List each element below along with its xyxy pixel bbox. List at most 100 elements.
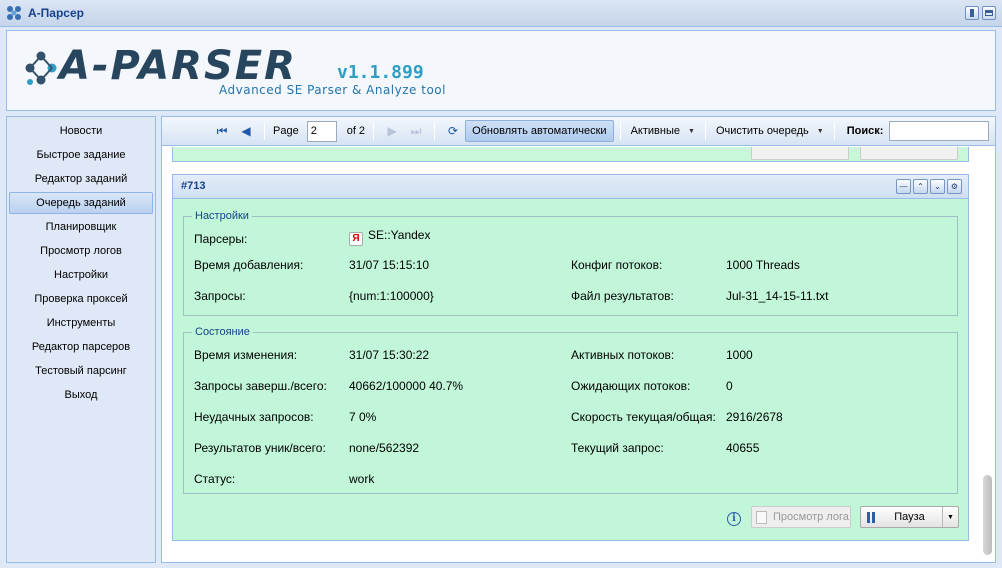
task-actions: i Просмотр лога Пауза ▼	[173, 500, 968, 540]
waiting-threads-label: Ожидающих потоков:	[571, 379, 691, 393]
task-panel-header: #713 — ⌃ ⌄ ⚙	[173, 175, 968, 199]
task-panel: #713 — ⌃ ⌄ ⚙ Настройки Парсеры: Я SE::Yan…	[172, 174, 969, 541]
scrollbar-thumb[interactable]	[983, 475, 992, 555]
pause-label: Пауза	[894, 511, 925, 523]
results-value: none/562392	[349, 441, 420, 455]
state-legend: Состояние	[195, 326, 250, 338]
sidebar-item-task-queue[interactable]: Очередь заданий	[9, 192, 153, 214]
page-total: of 2	[346, 125, 366, 137]
added-label: Время добавления:	[194, 258, 304, 272]
toolbar-separator	[264, 122, 265, 140]
active-filter-dropdown[interactable]: Активные ▼	[627, 125, 699, 137]
yandex-icon: Я	[349, 232, 363, 246]
sidebar-item-proxy-check[interactable]: Проверка проксей	[9, 287, 153, 311]
threads-config-label: Конфиг потоков:	[571, 258, 663, 272]
header-banner: A-PARSER v1.1.899 Advanced SE Parser & A…	[6, 30, 996, 111]
threads-config-value: 1000 Threads	[726, 258, 800, 272]
version-label: v1.1.899	[337, 62, 424, 83]
status-label: Статус:	[194, 472, 236, 486]
sidebar-item-news[interactable]: Новости	[9, 119, 153, 143]
clear-queue-dropdown[interactable]: Очистить очередь ▼	[712, 125, 828, 137]
window-title: А-Парсер	[28, 6, 84, 20]
previous-task-panel	[172, 147, 969, 162]
sidebar-item-logs[interactable]: Просмотр логов	[9, 239, 153, 263]
prev-page-icon[interactable]: ◀	[238, 123, 254, 139]
view-log-button[interactable]: Просмотр лога	[751, 506, 851, 528]
toolbar-separator	[833, 122, 835, 140]
pause-button[interactable]: Пауза ▼	[860, 506, 959, 528]
results-file-value: Jul-31_14-15-11.txt	[726, 289, 829, 303]
parsers-value: Я SE::Yandex	[349, 228, 430, 246]
settings-legend: Настройки	[195, 210, 249, 222]
changed-label: Время изменения:	[194, 348, 298, 362]
view-log-label: Просмотр лога	[773, 511, 849, 523]
paging-toolbar: ⏮ ◀ Page of 2 ▶ ⏭ ⟳ Обновлять автоматиче…	[162, 117, 995, 146]
search-label: Поиск:	[846, 125, 884, 137]
changed-value: 31/07 15:30:22	[349, 348, 430, 362]
results-label: Результатов уник/всего:	[194, 441, 326, 455]
pin-icon[interactable]	[965, 6, 979, 20]
queries-value: {num:1:100000}	[349, 289, 434, 303]
auto-refresh-toggle[interactable]: Обновлять автоматически	[465, 120, 614, 142]
sidebar-item-test-parsing[interactable]: Тестовый парсинг	[9, 359, 153, 383]
document-icon	[756, 510, 767, 524]
queries-done-value: 40662/100000 40.7%	[349, 379, 464, 393]
clear-queue-label: Очистить очередь	[715, 125, 809, 137]
sidebar-item-settings[interactable]: Настройки	[9, 263, 153, 287]
sidebar: Новости Быстрое задание Редактор заданий…	[6, 116, 156, 563]
sidebar-item-exit[interactable]: Выход	[9, 383, 153, 407]
chevron-down-icon: ▼	[816, 127, 824, 135]
task-id: #713	[181, 180, 206, 192]
page-label: Page	[273, 125, 299, 137]
vertical-scrollbar[interactable]	[982, 147, 993, 559]
app-icon	[7, 6, 21, 20]
gear-icon[interactable]: ⚙	[947, 179, 962, 194]
move-up-icon[interactable]: ⌃	[913, 179, 928, 194]
move-down-icon[interactable]: ⌄	[930, 179, 945, 194]
sidebar-item-tools[interactable]: Инструменты	[9, 311, 153, 335]
toolbar-separator	[704, 122, 706, 140]
queries-done-label: Запросы заверш./всего:	[194, 379, 327, 393]
sidebar-item-task-editor[interactable]: Редактор заданий	[9, 167, 153, 191]
added-value: 31/07 15:15:10	[349, 258, 430, 272]
speed-value: 2916/2678	[726, 410, 783, 424]
sidebar-item-parser-editor[interactable]: Редактор парсеров	[9, 335, 153, 359]
window-titlebar: А-Парсер	[0, 0, 1002, 27]
info-icon[interactable]: i	[727, 512, 741, 526]
current-query-label: Текущий запрос:	[571, 441, 664, 455]
maximize-icon[interactable]	[982, 6, 996, 20]
speed-label: Скорость текущая/общая:	[571, 410, 716, 424]
sidebar-item-scheduler[interactable]: Планировщик	[9, 215, 153, 239]
refresh-icon[interactable]: ⟳	[445, 123, 461, 139]
toolbar-separator	[373, 122, 375, 140]
next-page-icon[interactable]: ▶	[384, 123, 400, 139]
main-panel: ⏮ ◀ Page of 2 ▶ ⏭ ⟳ Обновлять автоматиче…	[161, 116, 996, 563]
toolbar-separator	[434, 122, 436, 140]
page-input[interactable]	[306, 120, 337, 142]
waiting-threads-value: 0	[726, 379, 733, 393]
logo-icon	[25, 51, 57, 85]
results-file-label: Файл результатов:	[571, 289, 674, 303]
collapse-icon[interactable]: —	[896, 179, 911, 194]
search-input[interactable]	[889, 121, 990, 141]
previous-task-action-button[interactable]	[860, 147, 958, 160]
parsers-value-text: SE::Yandex	[368, 228, 431, 242]
sidebar-item-quick-task[interactable]: Быстрое задание	[9, 143, 153, 167]
chevron-down-icon: ▼	[688, 127, 695, 135]
parsers-label: Парсеры:	[194, 232, 248, 246]
queries-label: Запросы:	[194, 289, 246, 303]
current-query-value: 40655	[726, 441, 760, 455]
pause-icon	[867, 511, 877, 523]
previous-task-log-button[interactable]	[751, 147, 849, 160]
sidebar-nav: Новости Быстрое задание Редактор заданий…	[7, 117, 155, 407]
chevron-down-icon[interactable]: ▼	[942, 507, 958, 527]
active-threads-label: Активных потоков:	[571, 348, 675, 362]
active-threads-value: 1000	[726, 348, 753, 362]
first-page-icon[interactable]: ⏮	[214, 123, 230, 139]
task-list: #713 — ⌃ ⌄ ⚙ Настройки Парсеры: Я SE::Yan…	[162, 147, 995, 562]
status-value: work	[349, 472, 375, 486]
logo-subtitle: Advanced SE Parser & Analyze tool	[219, 83, 446, 97]
failed-label: Неудачных запросов:	[194, 410, 314, 424]
failed-value: 7 0%	[349, 410, 377, 424]
last-page-icon[interactable]: ⏭	[408, 123, 424, 139]
